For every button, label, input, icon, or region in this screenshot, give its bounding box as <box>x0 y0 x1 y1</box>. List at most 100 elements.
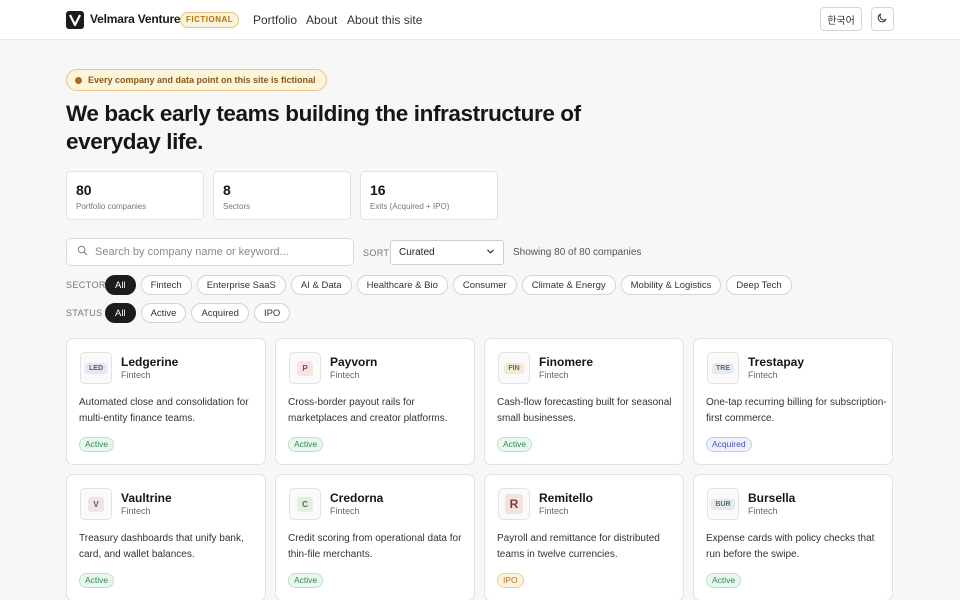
company-logo: LED <box>80 352 112 384</box>
nav-portfolio[interactable]: Portfolio <box>253 13 297 27</box>
company-sector: Fintech <box>121 370 151 380</box>
status-badge: Active <box>288 437 324 452</box>
company-card[interactable]: C Credorna Fintech Credit scoring from o… <box>275 474 475 600</box>
fictional-badge: FICTIONAL <box>180 12 240 28</box>
company-card[interactable]: P Payvorn Fintech Cross-border payout ra… <box>275 338 475 465</box>
company-description: Credit scoring from operational data for… <box>288 533 462 560</box>
sector-chip-enterprise-saas[interactable]: Enterprise SaaS <box>196 275 286 295</box>
company-logo: V <box>80 488 112 520</box>
stat-label: Portfolio companies <box>76 202 147 211</box>
stat-value: 8 <box>223 182 231 198</box>
company-card[interactable]: R Remitello Fintech Payroll and remittan… <box>484 474 684 600</box>
status-chip-all[interactable]: All <box>105 303 136 323</box>
status-badge: Acquired <box>706 437 752 452</box>
theme-toggle-button[interactable] <box>871 7 894 31</box>
sector-chip-mobility-logistics[interactable]: Mobility & Logistics <box>620 275 722 295</box>
brand-logo-icon[interactable] <box>66 11 84 29</box>
status-chip-ipo[interactable]: IPO <box>253 303 291 323</box>
company-logo: R <box>498 488 530 520</box>
logo-text: FIN <box>504 362 524 374</box>
company-card[interactable]: BUR Bursella Fintech Expense cards with … <box>693 474 893 600</box>
sort-select[interactable]: Curated <box>390 240 504 265</box>
sector-chip-healthcare-bio[interactable]: Healthcare & Bio <box>356 275 448 295</box>
company-card[interactable]: LED Ledgerine Fintech Automated close an… <box>66 338 266 465</box>
sector-filter-label: SECTOR <box>66 280 106 290</box>
status-badge: Active <box>288 573 324 588</box>
stat-portfolio-companies: 80 Portfolio companies <box>66 171 204 220</box>
stat-exits: 16 Exits (Acquired + IPO) <box>360 171 498 220</box>
company-sector: Fintech <box>121 506 151 516</box>
brand-name[interactable]: Velmara Ventures <box>90 12 187 26</box>
sector-chip-all[interactable]: All <box>105 275 136 295</box>
company-logo: FIN <box>498 352 530 384</box>
company-logo: C <box>289 488 321 520</box>
status-badge: Active <box>706 573 742 588</box>
status-chip-acquired[interactable]: Acquired <box>191 303 249 323</box>
company-sector: Fintech <box>330 370 360 380</box>
stat-value: 16 <box>370 182 386 198</box>
company-description: Treasury dashboards that unify bank, car… <box>79 533 244 560</box>
company-card[interactable]: FIN Finomere Fintech Cash-flow forecasti… <box>484 338 684 465</box>
company-sector: Fintech <box>539 506 569 516</box>
sort-label: SORT <box>363 248 390 258</box>
company-description: One-tap recurring billing for subscripti… <box>706 397 887 424</box>
company-card[interactable]: V Vaultrine Fintech Treasury dashboards … <box>66 474 266 600</box>
search-icon <box>77 243 88 261</box>
status-filter-label: STATUS <box>66 308 103 318</box>
company-sector: Fintech <box>748 506 778 516</box>
company-sector: Fintech <box>330 506 360 516</box>
company-description: Cash-flow forecasting built for seasonal… <box>497 397 672 424</box>
results-count: Showing 80 of 80 companies <box>513 247 642 258</box>
chevron-down-icon <box>486 247 495 259</box>
status-badge: Active <box>79 437 115 452</box>
company-name: Remitello <box>539 491 594 505</box>
company-name: Payvorn <box>330 355 378 369</box>
sector-chip-climate-energy[interactable]: Climate & Energy <box>521 275 616 295</box>
company-name: Trestapay <box>748 355 805 369</box>
sector-chip-consumer[interactable]: Consumer <box>452 275 517 295</box>
status-badge: Active <box>79 573 115 588</box>
page-headline: We back early teams building the infrast… <box>66 101 581 154</box>
company-logo: P <box>289 352 321 384</box>
company-sector: Fintech <box>539 370 569 380</box>
company-name: Bursella <box>748 491 796 505</box>
logo-text: LED <box>85 362 107 374</box>
company-description: Expense cards with policy checks that ru… <box>706 533 875 560</box>
search-input[interactable] <box>95 246 335 258</box>
company-logo: BUR <box>707 488 739 520</box>
logo-text: R <box>504 494 524 514</box>
fictional-notice: Every company and data point on this sit… <box>66 69 327 91</box>
status-chip-active[interactable]: Active <box>140 303 187 323</box>
sector-chip-deep-tech[interactable]: Deep Tech <box>726 275 792 295</box>
company-name: Finomere <box>539 355 594 369</box>
company-name: Credorna <box>330 491 384 505</box>
moon-icon <box>877 12 888 26</box>
sector-chip-fintech[interactable]: Fintech <box>140 275 192 295</box>
company-description: Payroll and remittance for distributed t… <box>497 533 660 560</box>
company-card[interactable]: TRE Trestapay Fintech One-tap recurring … <box>693 338 893 465</box>
company-name: Vaultrine <box>121 491 172 505</box>
status-badge: Active <box>497 437 533 452</box>
sort-selected-value: Curated <box>399 247 435 258</box>
sector-chip-ai-data[interactable]: AI & Data <box>290 275 352 295</box>
nav-about-this-site[interactable]: About this site <box>347 13 422 27</box>
stat-label: Exits (Acquired + IPO) <box>370 202 450 211</box>
stat-label: Sectors <box>223 202 251 211</box>
status-badge: IPO <box>497 573 524 588</box>
stat-value: 80 <box>76 182 92 198</box>
logo-text: P <box>297 360 313 376</box>
language-button[interactable]: 한국어 <box>820 7 862 31</box>
company-description: Automated close and consolidation for mu… <box>79 397 249 424</box>
notice-text: Every company and data point on this sit… <box>88 75 316 85</box>
company-description: Cross-border payout rails for marketplac… <box>288 397 448 424</box>
search-box[interactable] <box>66 238 354 266</box>
logo-text: V <box>88 496 104 512</box>
logo-text: C <box>297 496 313 512</box>
company-sector: Fintech <box>748 370 778 380</box>
stat-sectors: 8 Sectors <box>213 171 351 220</box>
nav-about[interactable]: About <box>306 13 337 27</box>
sector-filter: SECTOR All Fintech Enterprise SaaS AI & … <box>66 275 792 295</box>
status-filter: STATUS All Active Acquired IPO <box>66 303 291 323</box>
logo-text: BUR <box>711 498 735 510</box>
company-logo: TRE <box>707 352 739 384</box>
